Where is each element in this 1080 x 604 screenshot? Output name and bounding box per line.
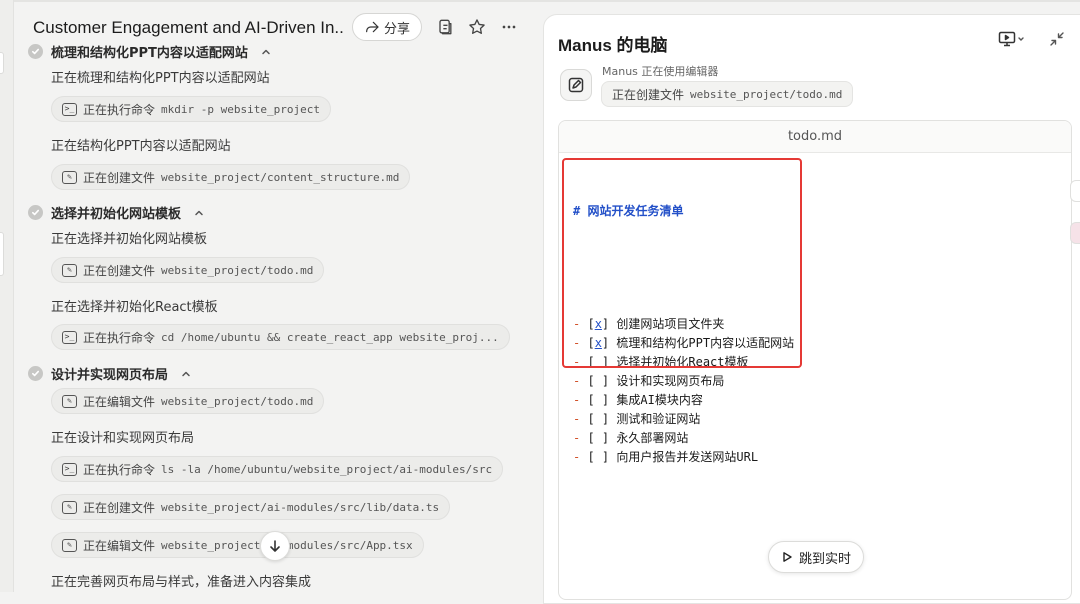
file-pill[interactable]: ✎ 正在创建文件 website_project/content_structu…: [51, 164, 411, 190]
star-icon[interactable]: [467, 17, 487, 37]
todo-text: 永久部署网站: [616, 430, 689, 445]
file-pill[interactable]: ✎ 正在编辑文件 website_project/todo.md: [51, 388, 325, 414]
command-pill[interactable]: >_ 正在执行命令 ls -la /home/ubuntu/website_pr…: [51, 456, 504, 482]
pill-detail: cd /home/ubuntu && create_react_app webs…: [161, 330, 499, 344]
pill-detail: website_project/content_structure.md: [161, 170, 400, 184]
step-description: 正在选择并初始化网站模板: [51, 232, 208, 247]
side-float-tab[interactable]: [1070, 222, 1080, 244]
computer-panel: Manus 的电脑 Manus 正在使用编辑器 正在创建文件 website_p…: [543, 14, 1080, 604]
play-icon: [783, 552, 792, 562]
todo-item: - [ ] 测试和验证网站: [573, 411, 701, 426]
more-icon[interactable]: [499, 17, 519, 37]
edit-icon: ✎: [62, 170, 77, 184]
task-log-pane: Customer Engagement and AI-Driven In... …: [14, 0, 544, 592]
share-button[interactable]: 分享: [352, 13, 423, 41]
share-icon: [366, 21, 379, 33]
edit-icon: ✎: [62, 538, 77, 552]
step-description: 正在结构化PPT内容以适配网站: [51, 139, 231, 154]
edit-icon: ✎: [62, 394, 77, 408]
todo-checkbox: [ ]: [587, 392, 610, 407]
command-pill[interactable]: >_ 正在执行命令 mkdir -p website_project: [51, 96, 331, 122]
task-header: Customer Engagement and AI-Driven In... …: [33, 13, 533, 43]
editor-filename: todo.md: [559, 121, 1071, 153]
todo-checkbox: [ ]: [587, 373, 610, 388]
collapse-icon: [1050, 32, 1064, 46]
file-pill[interactable]: ✎ 正在创建文件 website_project/todo.md: [51, 257, 325, 283]
monitor-icon: [998, 31, 1016, 47]
step-header[interactable]: 设计并实现网页布局: [28, 364, 192, 383]
pill-detail: ls -la /home/ubuntu/website_project/ai-m…: [161, 462, 493, 476]
pill-detail: website_project/todo.md: [161, 263, 314, 277]
highlight-box: [562, 158, 802, 368]
jump-to-live-button[interactable]: 跳到实时: [768, 541, 865, 573]
chevron-down-icon: [1018, 37, 1024, 41]
editor-tool-icon: [560, 69, 592, 101]
check-icon: [28, 44, 43, 59]
step-title: 梳理和结构化PPT内容以适配网站: [51, 46, 248, 61]
scroll-down-button[interactable]: [260, 531, 290, 561]
panel-title: Manus 的电脑: [558, 36, 668, 55]
pill-detail: website_project/ai-modules/src/lib/data.…: [161, 500, 440, 514]
pill-label: 正在创建文件: [83, 170, 156, 185]
todo-item: - [ ] 向用户报告并发送网站URL: [573, 449, 759, 464]
left-edge-strip: [0, 0, 14, 592]
file-action: 正在创建文件: [612, 87, 685, 102]
check-icon: [28, 366, 43, 381]
todo-checkbox: [ ]: [587, 449, 610, 464]
todo-checkbox: [ ]: [587, 430, 610, 445]
todo-item: - [ ] 永久部署网站: [573, 430, 689, 445]
arrow-down-icon: [270, 540, 280, 552]
edit-icon: ✎: [62, 263, 77, 277]
step-header[interactable]: 选择并初始化网站模板: [28, 203, 205, 222]
step-description: 正在梳理和结构化PPT内容以适配网站: [51, 71, 270, 86]
chevron-up-icon[interactable]: [193, 207, 205, 219]
pill-detail: mkdir -p website_project: [161, 102, 320, 116]
command-pill[interactable]: >_ 正在执行命令 cd /home/ubuntu && create_reac…: [51, 324, 510, 350]
pill-label: 正在编辑文件: [83, 394, 156, 409]
step-description: 正在设计和实现网页布局: [51, 431, 195, 446]
step-description: 正在选择并初始化React模板: [51, 300, 218, 315]
current-file-chip: 正在创建文件 website_project/todo.md: [601, 81, 854, 107]
todo-text: 集成AI模块内容: [616, 392, 703, 407]
chevron-up-icon[interactable]: [180, 368, 192, 380]
share-label: 分享: [384, 21, 411, 37]
file-pill[interactable]: ✎ 正在创建文件 website_project/ai-modules/src/…: [51, 494, 451, 520]
todo-item: - [ ] 集成AI模块内容: [573, 392, 703, 407]
file-editor: todo.md # 网站开发任务清单 - [x] 创建网站项目文件夹 - [x] …: [558, 120, 1072, 600]
step-header[interactable]: 梳理和结构化PPT内容以适配网站: [28, 42, 272, 61]
step-description: 正在完善网页布局与样式，准备进入内容集成: [51, 575, 312, 590]
pill-label: 正在执行命令: [83, 102, 156, 117]
terminal-icon: >_: [62, 102, 77, 116]
step-title: 选择并初始化网站模板: [51, 207, 182, 222]
edit-icon: ✎: [62, 500, 77, 514]
pill-label: 正在执行命令: [83, 330, 156, 345]
edit-icon: [568, 77, 584, 93]
pill-label: 正在编辑文件: [83, 538, 156, 553]
terminal-icon: >_: [62, 330, 77, 344]
pill-label: 正在创建文件: [83, 500, 156, 515]
todo-text: 向用户报告并发送网站URL: [616, 449, 759, 464]
terminal-icon: >_: [62, 462, 77, 476]
todo-text: 测试和验证网站: [616, 411, 701, 426]
todo-text: 设计和实现网页布局: [616, 373, 725, 388]
todo-checkbox: [ ]: [587, 411, 610, 426]
file-path: website_project/todo.md: [690, 87, 843, 101]
tool-status-text: Manus 正在使用编辑器: [602, 65, 719, 78]
pill-label: 正在创建文件: [83, 263, 156, 278]
side-float-tab[interactable]: [1070, 180, 1080, 202]
pill-label: 正在执行命令: [83, 462, 156, 477]
edge-tab[interactable]: [0, 52, 4, 74]
collapse-button[interactable]: [1049, 31, 1065, 47]
check-icon: [28, 205, 43, 220]
chevron-up-icon[interactable]: [260, 46, 272, 58]
file-pill[interactable]: ✎ 正在编辑文件 website_project/ai-modules/src/…: [51, 532, 424, 558]
copy-icon[interactable]: [435, 17, 455, 37]
todo-item: - [ ] 设计和实现网页布局: [573, 373, 725, 388]
edge-tab[interactable]: [0, 232, 4, 276]
task-title: Customer Engagement and AI-Driven In...: [33, 18, 343, 37]
monitor-dropdown[interactable]: [998, 31, 1026, 47]
step-title: 设计并实现网页布局: [51, 368, 169, 383]
pill-detail: website_project/todo.md: [161, 394, 314, 408]
jump-label: 跳到实时: [799, 551, 852, 567]
